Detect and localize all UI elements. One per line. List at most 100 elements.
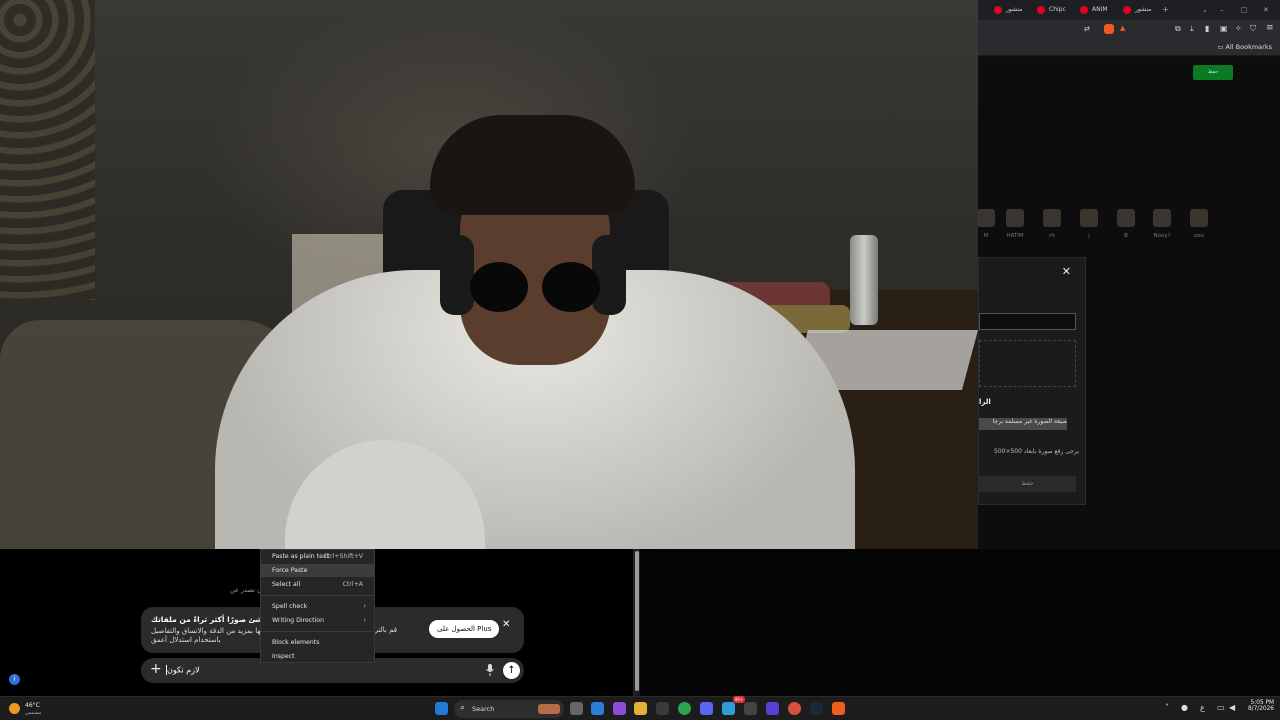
language-indicator[interactable]: ع <box>1200 703 1205 712</box>
avatar[interactable]: ooo <box>1189 209 1209 239</box>
clock-date: 8/7/2026 <box>1247 706 1274 712</box>
vpn-icon[interactable]: ⛉ <box>1250 24 1256 34</box>
extensions-icon[interactable]: ⧉ <box>1175 24 1181 34</box>
taskbar-search[interactable]: ⌕ Search <box>454 700 564 718</box>
tab-title: منشور <box>1006 6 1023 13</box>
upsell-line1: نها بمزيد من الدقة والاتساق والتفاصيل <box>151 627 263 635</box>
modal-save-label: حفظ <box>1021 480 1034 487</box>
obsidian-icon[interactable] <box>766 702 779 715</box>
bottle <box>850 235 878 325</box>
curtain <box>0 0 95 300</box>
new-tab-icon[interactable]: + <box>1162 2 1169 18</box>
menu-item-select-all[interactable]: Select all Ctrl+A <box>261 578 374 591</box>
network-icon[interactable]: ▭ <box>1217 703 1225 712</box>
name-input[interactable] <box>979 313 1076 330</box>
chevron-up-icon[interactable]: ˄ <box>1165 703 1169 712</box>
bookmarks-bar: ▭ All Bookmarks <box>978 40 1280 56</box>
brave-icon[interactable] <box>832 702 845 715</box>
store-icon[interactable] <box>656 702 669 715</box>
save-button-label: حفظ <box>1207 69 1219 75</box>
menu-item-label: Select all <box>272 581 301 588</box>
composer-text: لازم تكون <box>167 665 200 675</box>
close-icon[interactable]: ✕ <box>1062 265 1071 278</box>
close-icon[interactable]: ✕ <box>502 619 510 630</box>
upload-modal: ✕ الرا صيغة الصورة غير مسلمة برجا يرجى ر… <box>978 257 1086 505</box>
pinterest-icon <box>994 6 1002 14</box>
task-view-icon[interactable] <box>570 702 583 715</box>
avatar[interactable]: j <box>1079 209 1099 239</box>
menu-item-spell-check[interactable]: Spell check › <box>261 600 374 613</box>
badge-count: 99+ <box>734 697 744 702</box>
close-window-icon[interactable]: ✕ <box>1263 2 1269 18</box>
microphone-icon[interactable]: ● <box>1181 703 1188 712</box>
notification-badge: 99+ <box>733 696 745 703</box>
menu-item-force-paste[interactable]: Force Paste <box>261 564 374 577</box>
brave-shield-icon[interactable] <box>1104 24 1114 34</box>
menu-item-inspect[interactable]: Inspect <box>261 650 374 663</box>
avatar-row: M HATIM rh j B Nooy? ooo <box>976 209 1280 249</box>
browser-window: منشور Chipc ANIM منشور + ⌄ – □ ✕ ⇄ ▲ ⧉ ⤓… <box>976 0 1280 549</box>
taskbar: 46°C مشمس ⌕ Search 99+ ˄ ● ع ▭ ◀ 5:05 PM… <box>0 696 1280 720</box>
microphone-icon[interactable] <box>485 664 495 676</box>
modal-save-button[interactable]: حفظ <box>979 476 1076 492</box>
chrome-icon[interactable] <box>678 702 691 715</box>
menu-item-block-elements[interactable]: Block elements <box>261 636 374 649</box>
widgets-icon[interactable] <box>591 702 604 715</box>
get-plus-label: الحصول على Plus <box>437 625 492 633</box>
upsell-line2: باستخدام استدلال أعمق <box>151 636 221 644</box>
pinterest-icon <box>1037 6 1045 14</box>
menu-item-writing-direction[interactable]: Writing Direction › <box>261 614 374 627</box>
menu-icon[interactable]: ≡ <box>1266 23 1274 33</box>
minimize-icon[interactable]: – <box>1220 2 1224 18</box>
tab-title: ANIM <box>1092 6 1108 13</box>
avatar[interactable]: M <box>976 209 996 239</box>
avatar[interactable]: Nooy? <box>1152 209 1172 239</box>
search-icon: ⌕ <box>460 703 466 713</box>
copilot-icon[interactable] <box>613 702 626 715</box>
avatar[interactable]: B <box>1116 209 1136 239</box>
composer-input[interactable]: لازم تكون <box>166 665 200 675</box>
save-button[interactable]: حفظ <box>1193 65 1233 80</box>
menu-item-label: Block elements <box>272 639 320 646</box>
leo-icon[interactable]: ✧ <box>1235 24 1242 33</box>
brave-rewards-icon[interactable]: ▲ <box>1120 24 1125 32</box>
obs-icon[interactable] <box>788 702 801 715</box>
bottom-area: بعض الأخطاء لذلك يجب ... أن تصدر عن أنشئ… <box>0 549 1280 696</box>
discord-icon[interactable] <box>700 702 713 715</box>
chevron-down-icon[interactable]: ⌄ <box>1202 2 1208 18</box>
menu-item-label: Spell check <box>272 603 308 610</box>
volume-icon[interactable]: ◀ <box>1229 703 1235 712</box>
download-icon[interactable]: ⤓ <box>1190 24 1194 34</box>
avatar[interactable]: HATIM <box>1005 209 1025 239</box>
scrollbar-thumb[interactable] <box>635 551 639 691</box>
browser-tab[interactable]: ANIM <box>1078 2 1108 18</box>
all-bookmarks-label: All Bookmarks <box>1225 43 1272 51</box>
send-button[interactable]: ↑ <box>503 662 520 679</box>
translate-icon[interactable]: ⇄ <box>1084 25 1090 33</box>
menu-item-label: Force Paste <box>272 567 308 574</box>
maximize-icon[interactable]: □ <box>1241 2 1248 18</box>
image-dropzone[interactable] <box>979 340 1076 387</box>
avatar[interactable]: rh <box>1042 209 1062 239</box>
get-plus-button[interactable]: الحصول على Plus <box>429 620 500 638</box>
telegram-icon[interactable] <box>722 702 735 715</box>
browser-tab[interactable]: منشور <box>992 2 1022 18</box>
all-bookmarks-link[interactable]: ▭ All Bookmarks <box>1217 43 1272 51</box>
file-explorer-icon[interactable] <box>634 702 647 715</box>
address-bar[interactable]: ⇄ ▲ ⧉ ⤓ ▮ ▣ ✧ ⛉ ≡ <box>978 20 1280 40</box>
plus-icon[interactable]: + <box>150 661 162 677</box>
sidebar-icon[interactable]: ▮ <box>1205 24 1209 33</box>
menu-separator <box>261 595 374 596</box>
scrollbar[interactable] <box>634 549 640 696</box>
browser-tab[interactable]: منشور <box>1121 2 1151 18</box>
app-icon[interactable] <box>744 702 757 715</box>
screen: منشور Chipc ANIM منشور + ⌄ – □ ✕ ⇄ ▲ ⧉ ⤓… <box>0 0 1280 720</box>
clock[interactable]: 5:05 PM 8/7/2026 <box>1244 700 1274 712</box>
steam-icon[interactable] <box>810 702 823 715</box>
wallet-icon[interactable]: ▣ <box>1220 24 1228 33</box>
start-icon[interactable] <box>435 702 448 715</box>
info-icon[interactable]: i <box>9 674 20 685</box>
menu-item-paste-plain[interactable]: Paste as plain text Ctrl+Shift+V <box>261 550 374 563</box>
browser-tab[interactable]: Chipc <box>1035 2 1066 18</box>
weather-temp: 46°C <box>25 702 40 709</box>
